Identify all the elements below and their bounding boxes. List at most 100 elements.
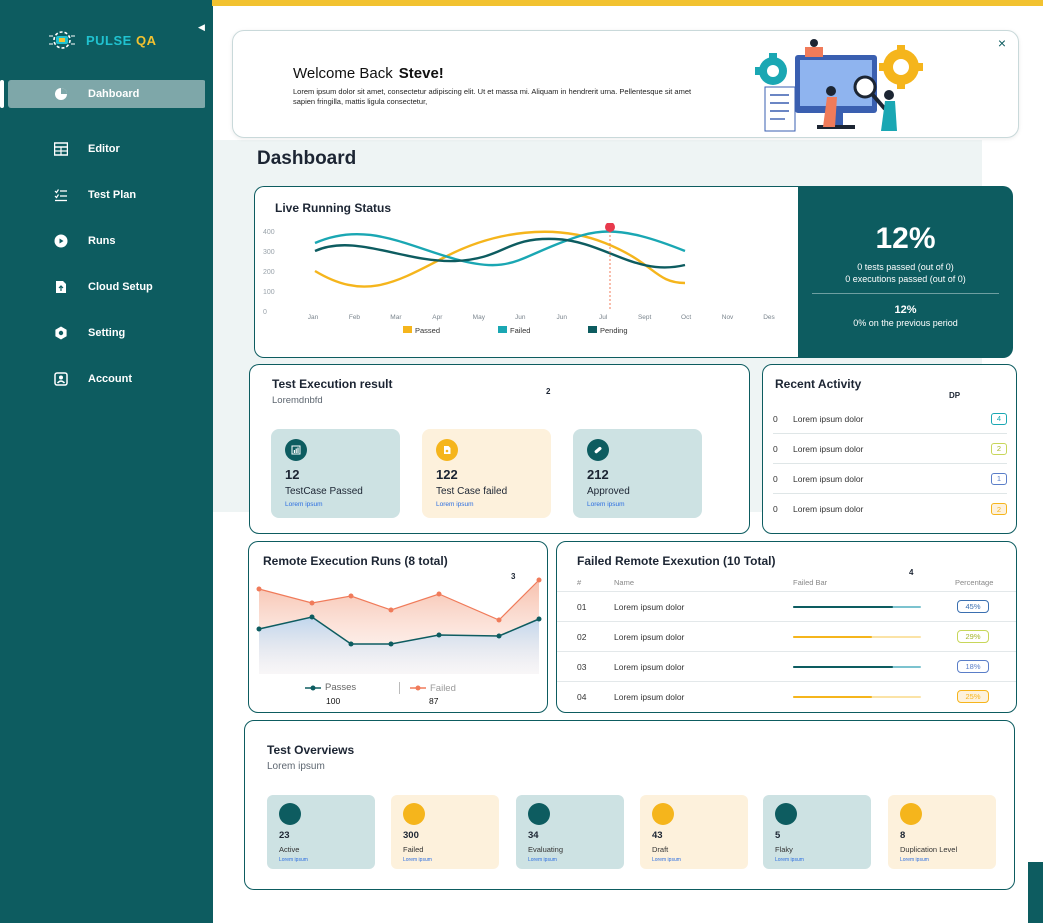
overview-value: 8	[900, 830, 906, 841]
percentage-badge: 45%	[957, 600, 989, 613]
failed-bar	[793, 636, 921, 638]
y-tick-label: 200	[263, 269, 275, 276]
sidebar-edge	[205, 6, 213, 923]
sidebar-item-setting[interactable]: Setting	[0, 310, 206, 356]
passes-point	[496, 633, 502, 639]
overview-link[interactable]: Lorem ipsum	[403, 857, 432, 863]
close-icon[interactable]: ×	[998, 35, 1006, 51]
failed-bar-fill	[793, 606, 893, 608]
sidebar-item-account[interactable]: Account	[0, 356, 206, 402]
table-row[interactable]: 02 Lorem ipsum dolor 29%	[557, 621, 1016, 651]
sidebar-item-runs[interactable]: Runs	[0, 218, 206, 264]
marker-label: 2	[546, 387, 551, 396]
list-item[interactable]: 0 Lorem ipsum dolor 2	[773, 494, 1007, 524]
exec-link[interactable]: Lorem ipsum	[285, 501, 323, 508]
stat-period-percentage: 12%	[894, 304, 917, 316]
percentage-badge: 29%	[957, 630, 989, 643]
legend-label: Passed	[415, 326, 440, 335]
pill-icon	[587, 439, 609, 461]
row-name: Lorem ipsum dolor	[614, 632, 685, 642]
overview-link[interactable]: Lorem ipsum	[279, 857, 308, 863]
table-row[interactable]: 01 Lorem ipsum dolor 45%	[557, 591, 1016, 621]
sidebar-item-label: Cloud Setup	[88, 281, 153, 293]
overview-tile-draft[interactable]: 43 Draft Lorem ipsum	[640, 795, 748, 869]
sidebar-item-test-plan[interactable]: Test Plan	[0, 172, 206, 218]
stats-panel: 12% 0 tests passed (out of 0) 0 executio…	[798, 186, 1013, 358]
overview-label: Flaky	[775, 845, 793, 854]
overview-link[interactable]: Lorem ipsum	[775, 857, 804, 863]
exec-link[interactable]: Lorem ipsum	[587, 501, 625, 508]
failed-point	[309, 600, 315, 606]
failed-bar-fill	[793, 636, 873, 638]
activity-index: 0	[773, 504, 778, 514]
exec-card-failed[interactable]: 122 Test Case failed Lorem ipsum	[422, 429, 551, 518]
overview-link[interactable]: Lorem ipsum	[900, 857, 929, 863]
activity-index: 0	[773, 473, 778, 484]
live-status-card: Live Running Status 400 300 200 100 0 Jan Feb M…	[254, 186, 802, 358]
activity-text: Lorem ipsum dolor	[793, 473, 864, 484]
list-item[interactable]: 0 Lorem ipsum dolor 2	[773, 434, 1007, 464]
live-status-chart: 400 300 200 100 0 Jan Feb Mar Apr May Jun Jun Jul Sep…	[263, 223, 776, 335]
x-tick-label: Mar	[390, 314, 402, 321]
passes-point	[348, 641, 354, 647]
sidebar-item-label: Dahboard	[88, 88, 140, 100]
collapse-arrow-icon[interactable]: ◀	[198, 22, 205, 33]
failed-bar	[793, 666, 921, 668]
overview-label: Active	[279, 845, 300, 854]
failed-point	[256, 586, 262, 592]
checklist-icon	[54, 189, 67, 202]
overview-tile-flaky[interactable]: 5 Flaky Lorem ipsum	[763, 795, 871, 869]
sidebar-item-label: Runs	[88, 235, 116, 247]
exec-card-approved[interactable]: 212 Approved Lorem ipsum	[573, 429, 702, 518]
activity-badge: 1	[991, 472, 1007, 485]
failed-point	[348, 593, 354, 599]
team-illustration	[755, 39, 923, 132]
overview-value: 300	[403, 830, 419, 841]
divider	[812, 293, 999, 294]
logo[interactable]: PULSE QA	[46, 26, 156, 54]
x-tick-label: May	[473, 314, 486, 321]
x-tick-label: Oct	[681, 314, 691, 321]
activity-text: Lorem ipsum dolor	[793, 413, 864, 424]
row-index: 02	[577, 632, 587, 642]
overview-tile-failed[interactable]: 300 Failed Lorem ipsum	[391, 795, 499, 869]
table-row[interactable]: 03 Lorem ipsum dolor 18%	[557, 651, 1016, 681]
passes-point	[256, 626, 262, 632]
passes-value: 100	[326, 696, 341, 706]
failed-point	[496, 617, 502, 623]
sidebar-item-cloud-setup[interactable]: Cloud Setup	[0, 264, 206, 310]
overview-value: 34	[528, 830, 539, 841]
exec-value: 12	[285, 467, 300, 482]
x-tick-label: Jun	[556, 314, 567, 321]
sidebar-item-label: Account	[88, 373, 132, 385]
sidebar-item-editor[interactable]: Editor	[0, 126, 206, 172]
failed-remote-card: Failed Remote Exexution (10 Total) 4 # N…	[556, 541, 1017, 713]
failed-bar-fill	[793, 666, 893, 668]
y-tick-label: 400	[263, 229, 275, 236]
failed-bar-fill	[793, 696, 873, 698]
table-row[interactable]: 04 Lorem ipsum dolor 25%	[557, 681, 1016, 711]
status-dot-icon	[775, 803, 797, 825]
activity-text: Lorem ipsum dolor	[793, 443, 864, 454]
corner-accent	[1028, 862, 1043, 923]
exec-link[interactable]: Lorem ipsum	[436, 501, 474, 508]
failed-point	[436, 591, 442, 597]
marker-label: 4	[909, 568, 914, 577]
overview-tile-duplication[interactable]: 8 Duplication Level Lorem ipsum	[888, 795, 996, 869]
app-frame: PULSE QA ◀ Dahboard Editor Test Plan Run…	[0, 0, 1043, 923]
x-tick-label: Feb	[349, 314, 361, 321]
exec-value: 212	[587, 467, 609, 482]
sidebar-item-dashboard[interactable]: Dahboard	[0, 80, 206, 108]
exec-card-passed[interactable]: 12 TestCase Passed Lorem ipsum	[271, 429, 400, 518]
overview-tile-active[interactable]: 23 Active Lorem ipsum	[267, 795, 375, 869]
overview-link[interactable]: Lorem ipsum	[652, 857, 681, 863]
welcome-banner: Welcome Back Steve! Lorem ipsum dolor sit…	[232, 30, 1019, 138]
overview-tile-evaluating[interactable]: 34 Evaluating Lorem ipsum	[516, 795, 624, 869]
overview-link[interactable]: Lorem ipsum	[528, 857, 557, 863]
list-item[interactable]: 0 Lorem ipsum dolor 4	[773, 404, 1007, 434]
failed-point	[388, 607, 394, 613]
list-item[interactable]: 0 Lorem ipsum dolor 1	[773, 464, 1007, 494]
stat-executions-passed: 0 executions passed (out of 0)	[845, 274, 966, 284]
row-index: 04	[577, 692, 587, 702]
exec-label: Approved	[587, 486, 630, 497]
